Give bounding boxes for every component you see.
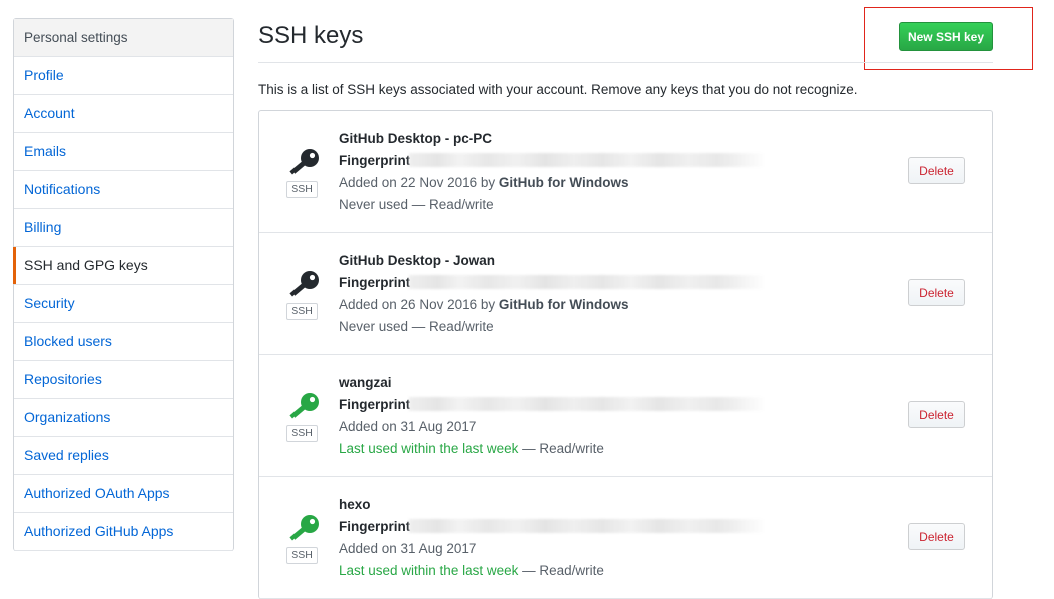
ssh-badge: SSH: [286, 303, 318, 320]
intro-text: This is a list of SSH keys associated wi…: [258, 82, 858, 97]
sidebar-item-label: Account: [24, 105, 75, 121]
ssh-badge: SSH: [286, 425, 318, 442]
sidebar-item-emails[interactable]: Emails: [14, 133, 233, 171]
fingerprint-redacted: [409, 275, 767, 289]
sidebar-item-label: Billing: [24, 219, 62, 235]
sidebar-item-profile[interactable]: Profile: [14, 57, 233, 95]
fingerprint-label: Fingerprint: [339, 397, 411, 412]
key-usage-info: Last used within the last week — Read/wr…: [339, 563, 604, 578]
delete-key-button[interactable]: Delete: [908, 523, 965, 550]
sidebar-item-billing[interactable]: Billing: [14, 209, 233, 247]
sidebar-item-label: Repositories: [24, 371, 102, 387]
sidebar-item-blocked-users[interactable]: Blocked users: [14, 323, 233, 361]
ssh-key-row: SSH hexo Fingerprint Added on 31 Aug 201…: [259, 477, 992, 599]
sidebar-item-label: Authorized OAuth Apps: [24, 485, 170, 501]
fingerprint-label: Fingerprint: [339, 519, 411, 534]
sidebar-heading: Personal settings: [14, 19, 233, 57]
key-usage-info: Last used within the last week — Read/wr…: [339, 441, 604, 456]
sidebar-item-label: Notifications: [24, 181, 101, 197]
delete-key-button[interactable]: Delete: [908, 401, 965, 428]
sidebar-item-organizations[interactable]: Organizations: [14, 399, 233, 437]
fingerprint-redacted: [409, 397, 767, 411]
ssh-key-row: SSH GitHub Desktop - pc-PC Fingerprint A…: [259, 111, 992, 233]
key-usage-info: Never used — Read/write: [339, 197, 494, 212]
page-title: SSH keys: [258, 22, 364, 49]
sidebar-item-label: Authorized GitHub Apps: [24, 523, 174, 539]
key-icon-shape: [289, 515, 319, 541]
sidebar-item-authorized-github-apps[interactable]: Authorized GitHub Apps: [14, 513, 233, 551]
settings-sidebar: Personal settings Profile Account Emails…: [13, 18, 234, 551]
key-title: hexo: [339, 497, 371, 512]
sidebar-item-repositories[interactable]: Repositories: [14, 361, 233, 399]
sidebar-item-label: Security: [24, 295, 75, 311]
delete-key-button[interactable]: Delete: [908, 279, 965, 306]
key-icon-shape: [289, 271, 319, 297]
sidebar-item-label: Profile: [24, 67, 64, 83]
key-added-info: Added on 31 Aug 2017: [339, 419, 477, 434]
key-title: wangzai: [339, 375, 392, 390]
ssh-key-row: SSH wangzai Fingerprint Added on 31 Aug …: [259, 355, 992, 477]
key-icon-shape: [289, 393, 319, 419]
sidebar-item-account[interactable]: Account: [14, 95, 233, 133]
fingerprint-redacted: [409, 153, 767, 167]
sidebar-item-ssh-gpg-keys[interactable]: SSH and GPG keys: [13, 247, 233, 285]
fingerprint-redacted: [409, 519, 767, 533]
sidebar-item-label: Organizations: [24, 409, 111, 425]
new-ssh-key-button[interactable]: New SSH key: [899, 22, 993, 51]
key-icon: [289, 515, 319, 541]
ssh-badge: SSH: [286, 547, 318, 564]
key-added-info: Added on 26 Nov 2016 by GitHub for Windo…: [339, 297, 629, 312]
sidebar-item-saved-replies[interactable]: Saved replies: [14, 437, 233, 475]
fingerprint-label: Fingerprint: [339, 275, 411, 290]
key-added-info: Added on 31 Aug 2017: [339, 541, 477, 556]
key-icon-shape: [289, 149, 319, 175]
key-title: GitHub Desktop - Jowan: [339, 253, 496, 268]
sidebar-item-security[interactable]: Security: [14, 285, 233, 323]
key-icon: [289, 149, 319, 175]
title-divider: [258, 62, 993, 63]
sidebar-item-label: Emails: [24, 143, 67, 159]
sidebar-item-notifications[interactable]: Notifications: [14, 171, 233, 209]
key-icon: [289, 393, 319, 419]
ssh-key-list: SSH GitHub Desktop - pc-PC Fingerprint A…: [258, 110, 993, 599]
ssh-key-row: SSH GitHub Desktop - Jowan Fingerprint A…: [259, 233, 992, 355]
ssh-badge: SSH: [286, 181, 318, 198]
sidebar-item-label: SSH and GPG keys: [24, 257, 148, 273]
key-title: GitHub Desktop - pc-PC: [339, 131, 493, 146]
sidebar-item-label: Blocked users: [24, 333, 112, 349]
fingerprint-label: Fingerprint: [339, 153, 411, 168]
sidebar-item-authorized-oauth-apps[interactable]: Authorized OAuth Apps: [14, 475, 233, 513]
key-added-info: Added on 22 Nov 2016 by GitHub for Windo…: [339, 175, 629, 190]
delete-key-button[interactable]: Delete: [908, 157, 965, 184]
key-usage-info: Never used — Read/write: [339, 319, 494, 334]
key-icon: [289, 271, 319, 297]
sidebar-item-label: Saved replies: [24, 447, 109, 463]
